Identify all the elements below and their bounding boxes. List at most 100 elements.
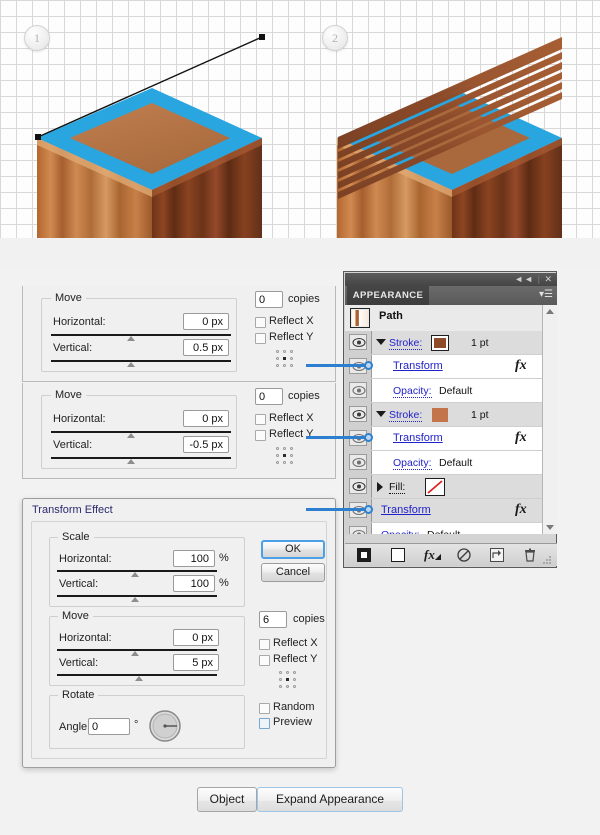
angle-input[interactable]: 0	[88, 718, 130, 735]
panel-scrollbar[interactable]	[542, 305, 557, 534]
scroll-up-arrow-icon[interactable]	[546, 309, 554, 314]
appearance-row-transform-3[interactable]: Transform fx	[345, 499, 543, 523]
duplicate-item-icon[interactable]	[490, 548, 504, 562]
fx-icon[interactable]: fx	[515, 502, 527, 518]
cancel-button[interactable]: Cancel	[261, 563, 325, 582]
scale-horizontal-input[interactable]: 100	[173, 550, 215, 567]
visibility-cell[interactable]	[345, 403, 372, 426]
reflect-x-checkbox-2[interactable]	[255, 414, 266, 425]
move-horizontal-input[interactable]: 0 px	[173, 629, 219, 646]
tab-appearance[interactable]: APPEARANCE	[347, 286, 429, 305]
appearance-row-fill[interactable]: Fill:	[345, 475, 543, 499]
move-vertical-slider-thumb[interactable]	[135, 676, 143, 681]
scale-vertical-input[interactable]: 100	[173, 575, 215, 592]
copies-input-2[interactable]: 0	[255, 388, 283, 405]
disclosure-triangle-icon[interactable]	[376, 411, 386, 417]
appearance-row-opacity-1[interactable]: Opacity: Default	[345, 379, 543, 403]
visibility-cell[interactable]	[345, 331, 372, 354]
panel-menu-icon[interactable]: ▾☰	[539, 289, 553, 300]
stroke-label[interactable]: Stroke:	[389, 409, 423, 422]
visibility-cell[interactable]	[345, 379, 372, 402]
fill-label[interactable]: Fill:	[389, 481, 406, 494]
transform-effect-link[interactable]: Transform	[381, 504, 431, 516]
rotate-group-label: Rotate	[58, 689, 99, 701]
copies-input-1[interactable]: 0	[255, 291, 283, 308]
add-new-stroke-icon[interactable]	[357, 548, 371, 562]
visibility-cell[interactable]	[345, 523, 372, 534]
eye-icon[interactable]	[349, 526, 367, 534]
opacity-label[interactable]: Opacity:	[393, 385, 432, 398]
transform-effect-link[interactable]: Transform	[393, 432, 443, 444]
random-checkbox[interactable]	[259, 703, 270, 714]
add-new-effect-icon[interactable]: fx◢	[424, 546, 441, 562]
scale-horizontal-slider-thumb[interactable]	[131, 572, 139, 577]
horizontal-slider-thumb-1[interactable]	[127, 336, 135, 341]
vertical-slider-track-1[interactable]	[51, 360, 231, 362]
preview-checkbox[interactable]	[259, 718, 270, 729]
add-new-fill-icon[interactable]	[391, 548, 405, 562]
copies-input[interactable]: 6	[259, 611, 287, 628]
fx-icon[interactable]: fx	[515, 430, 527, 446]
eye-icon[interactable]	[349, 454, 367, 470]
visibility-cell[interactable]	[345, 451, 372, 474]
clear-appearance-icon[interactable]	[457, 548, 471, 562]
resize-grip-icon[interactable]	[542, 552, 556, 566]
vertical-slider-track-2[interactable]	[51, 457, 231, 459]
appearance-row-transform-1[interactable]: Transform fx	[345, 355, 543, 379]
vertical-input-1[interactable]: 0.5 px	[183, 339, 229, 356]
move-horizontal-slider-thumb[interactable]	[131, 651, 139, 656]
vertical-slider-thumb-2[interactable]	[127, 459, 135, 464]
opacity-value[interactable]: Default	[439, 385, 472, 397]
reflect-y-checkbox-1[interactable]	[255, 333, 266, 344]
reflect-y-checkbox[interactable]	[259, 655, 270, 666]
vertical-slider-thumb-1[interactable]	[127, 362, 135, 367]
appearance-row-stroke-2[interactable]: Stroke: 1 pt	[345, 403, 543, 427]
appearance-row-opacity-3[interactable]: Opacity: Default	[345, 523, 543, 534]
disclosure-triangle-icon[interactable]	[377, 482, 383, 492]
stroke-label[interactable]: Stroke:	[389, 337, 423, 350]
vertical-input-2[interactable]: -0.5 px	[183, 436, 229, 453]
object-menu-button[interactable]: Object	[197, 787, 257, 812]
stroke-weight-value[interactable]: 1 pt	[471, 337, 489, 349]
scroll-down-arrow-icon[interactable]	[546, 525, 554, 530]
disclosure-triangle-icon[interactable]	[376, 339, 386, 345]
ok-button[interactable]: OK	[261, 540, 325, 559]
delete-item-icon[interactable]	[523, 548, 537, 562]
opacity-label[interactable]: Opacity:	[393, 457, 432, 470]
stroke-color-swatch[interactable]	[431, 335, 449, 351]
reflect-x-checkbox[interactable]	[259, 639, 270, 650]
opacity-value[interactable]: Default	[427, 529, 460, 534]
transform-effect-link[interactable]: Transform	[393, 360, 443, 372]
opacity-label[interactable]: Opacity:	[381, 529, 420, 534]
reflect-y-checkbox-2[interactable]	[255, 430, 266, 441]
reference-point-selector-1[interactable]	[276, 350, 294, 368]
reflect-x-checkbox-1[interactable]	[255, 317, 266, 328]
opacity-value[interactable]: Default	[439, 457, 472, 469]
horizontal-slider-track-1[interactable]	[51, 334, 231, 336]
appearance-row-stroke-1[interactable]: Stroke: 1 pt	[345, 331, 543, 355]
fx-icon[interactable]: fx	[515, 358, 527, 374]
reference-point-selector-2[interactable]	[276, 447, 294, 465]
move-vertical-input[interactable]: 5 px	[173, 654, 219, 671]
horizontal-slider-track-2[interactable]	[51, 431, 231, 433]
reflect-y-label: Reflect Y	[273, 653, 318, 665]
stroke-color-swatch[interactable]	[431, 407, 449, 423]
visibility-cell[interactable]	[345, 475, 372, 498]
expand-appearance-button[interactable]: Expand Appearance	[257, 787, 403, 812]
fill-none-swatch[interactable]	[425, 478, 445, 496]
reference-point-selector[interactable]	[279, 671, 297, 689]
scale-vertical-slider-thumb[interactable]	[131, 597, 139, 602]
close-icon[interactable]: ✕	[544, 274, 553, 284]
eye-icon[interactable]	[349, 406, 367, 422]
horizontal-slider-thumb-2[interactable]	[127, 433, 135, 438]
angle-dial[interactable]	[147, 708, 183, 744]
horizontal-input-1[interactable]: 0 px	[183, 313, 229, 330]
appearance-row-opacity-2[interactable]: Opacity: Default	[345, 451, 543, 475]
horizontal-input-2[interactable]: 0 px	[183, 410, 229, 427]
stroke-weight-value[interactable]: 1 pt	[471, 409, 489, 421]
eye-icon[interactable]	[349, 478, 367, 494]
appearance-row-transform-2[interactable]: Transform fx	[345, 427, 543, 451]
eye-icon[interactable]	[349, 334, 367, 350]
collapse-icon[interactable]: ◄◄	[514, 274, 534, 284]
eye-icon[interactable]	[349, 382, 367, 398]
